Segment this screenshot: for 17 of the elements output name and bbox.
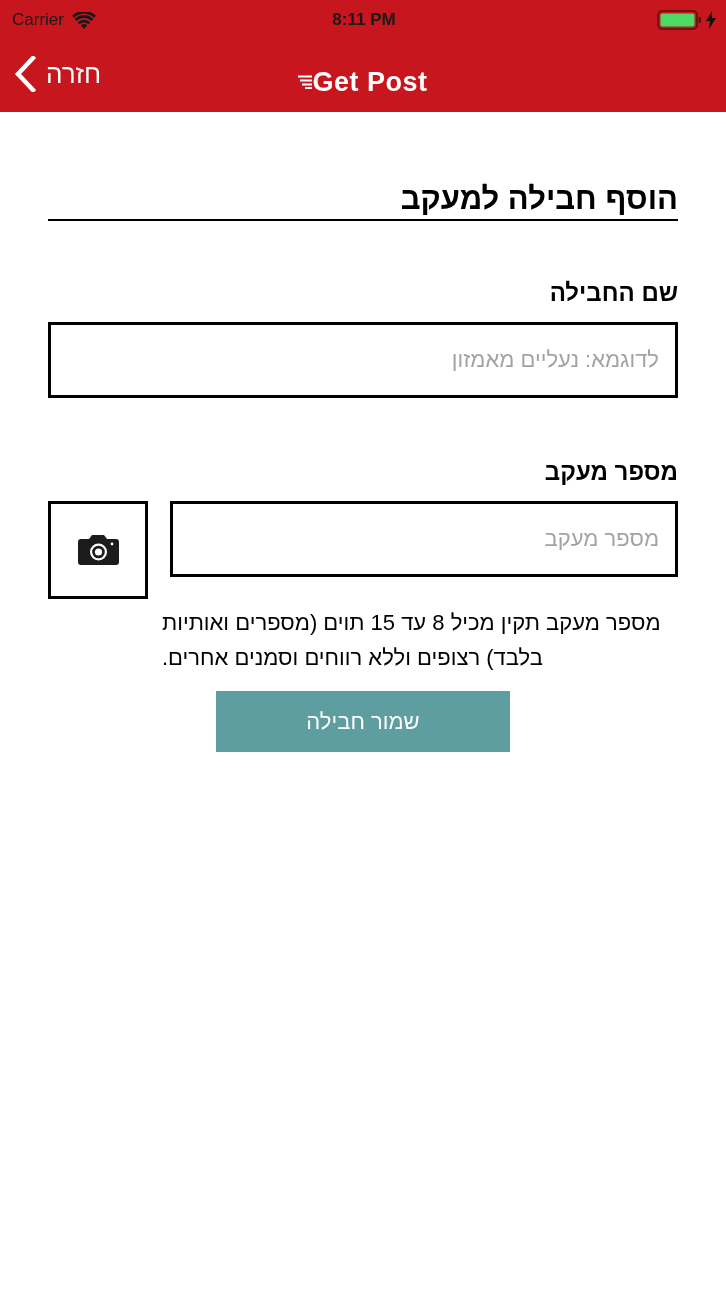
camera-button[interactable]: [48, 500, 148, 599]
clock-time: 8:11 PM: [332, 9, 396, 32]
save-package-button[interactable]: שמור חבילה: [216, 690, 510, 752]
field-label: שם החבילה: [548, 279, 678, 308]
speed-lines-icon: [298, 75, 313, 89]
app-logo: Get Post: [312, 68, 428, 96]
form-title: הוסף חבילה למעקב: [48, 180, 678, 222]
carrier-label: Carrier: [12, 9, 64, 32]
wifi-icon: [71, 11, 96, 29]
back-chevron-icon: [14, 56, 36, 92]
battery-icon: [657, 10, 702, 30]
field-label: מספר מעקב: [543, 458, 678, 487]
tracking-number-field[interactable]: מספר מעקב: [170, 500, 678, 577]
package-name-field[interactable]: לדוגמא: נעליים מאמזון: [48, 322, 678, 398]
back-button[interactable]: חזרה: [0, 56, 102, 96]
hint-text: מספר מעקב תקין מכיל 8 עד 15 תוים (מספרים ואותיות בלבד) רצופים וללא רווחים וסמנים אחרים.: [162, 608, 662, 672]
camera-icon: [77, 534, 119, 565]
